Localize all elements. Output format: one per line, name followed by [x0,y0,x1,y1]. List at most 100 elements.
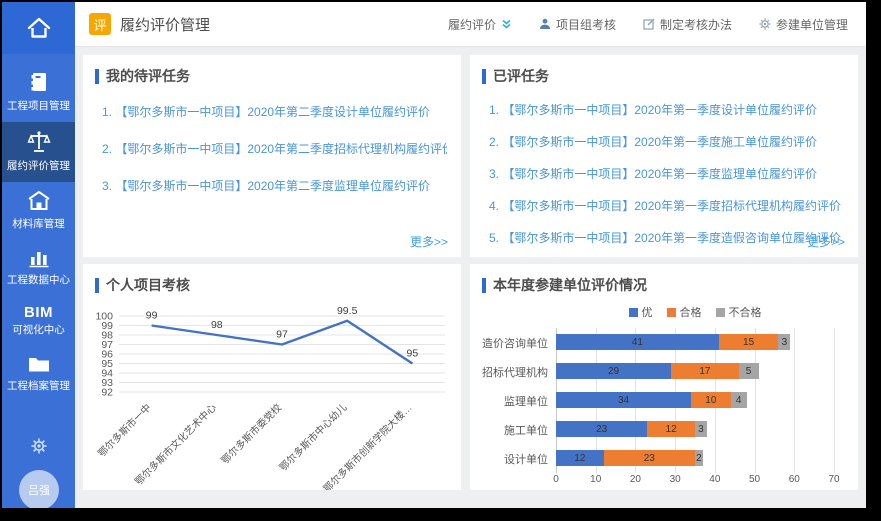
data-label: 99 [146,310,158,322]
x-tick-label: 20 [623,474,647,485]
bar-category-label: 招标代理机构 [482,364,548,380]
header: 评 履约评价管理 履约评价 项目组考核 [75,2,866,47]
more-link[interactable]: 更多>> [410,233,448,250]
data-label: 97 [276,329,288,341]
app-root: 工程项目管理 履约评价管理 材料库管理 [2,2,866,508]
home-button[interactable] [2,2,75,54]
evaluated-tasks-panel: 已评任务 1. 【鄂尔多斯市一中项目】2020年第一季度设计单位履约评价 2. 【… [470,55,858,257]
main-content: 我的待评任务 1. 【鄂尔多斯市一中项目】2020年第二季度设计单位履约评价 2.… [75,47,866,508]
folder-icon [27,354,51,374]
title-accent-bar [95,69,99,84]
nav-item-project-group-assessment[interactable]: 项目组考核 [539,16,616,33]
x-tick-label: 40 [703,474,727,485]
bar-category-label: 造价咨询单位 [482,335,548,351]
pending-task-list: 1. 【鄂尔多斯市一中项目】2020年第二季度设计单位履约评价 2. 【鄂尔多斯市… [83,103,461,194]
task-link[interactable]: 3. 【鄂尔多斯市一中项目】2020年第二季度监理单位履约评价 [102,177,447,194]
bar-category-label: 施工单位 [504,422,548,438]
bar-category-label: 监理单位 [504,393,548,409]
bar-segment: 29 [556,363,671,379]
task-link[interactable]: 5. 【鄂尔多斯市一中项目】2020年第一季度造假咨询单位履约评价 [489,229,844,246]
person-icon [539,18,551,30]
task-link[interactable]: 2. 【鄂尔多斯市一中项目】2020年第二季度招标代理机构履约评价 [102,140,447,157]
settings-button[interactable] [2,438,75,459]
avatar[interactable]: 吕强 [19,470,59,508]
bar-chart: 优合格不合格 造价咨询单位41153招标代理机构29175监理单位34104施工… [470,304,858,490]
task-link[interactable]: 3. 【鄂尔多斯市一中项目】2020年第一季度监理单位履约评价 [489,165,844,182]
nav-item-label: 履约评价 [448,16,496,33]
bar-segment: 2 [695,450,703,466]
x-tick-label: 50 [743,474,767,485]
bar-row: 招标代理机构29175 [556,363,759,379]
bar-chart-icon [28,248,50,268]
bar-segment: 23 [556,421,647,437]
data-label: 98 [211,319,223,331]
more-link[interactable]: 更多>> [807,233,845,250]
sidebar-item-label: 可视化中心 [4,322,73,337]
scales-icon [27,130,51,154]
task-link[interactable]: 1. 【鄂尔多斯市一中项目】2020年第二季度设计单位履约评价 [102,103,447,120]
y-tick-label: 92 [101,387,113,399]
x-tick-label: 鄂尔多斯市中心幼儿 [276,401,349,474]
legend-swatch [667,308,676,317]
x-tick-label: 鄂尔多斯市一中 [95,401,154,460]
bar-segment: 23 [604,450,695,466]
nav-item-define-assessment-method[interactable]: 制定考核办法 [643,16,732,33]
sidebar-item-label: 履约评价管理 [4,158,73,173]
sidebar-item-label: 工程项目管理 [4,98,73,113]
bar-segment: 3 [695,421,707,437]
gridline [794,328,795,473]
nav-item-participating-units[interactable]: 参建单位管理 [759,16,848,33]
bar-segment: 15 [719,334,779,350]
title-accent-bar [482,69,486,84]
legend-label: 合格 [680,304,702,320]
legend-label: 不合格 [729,304,762,320]
bar-category-label: 设计单位 [504,451,548,467]
personal-assessment-panel: 个人项目考核 100999897969594939299989799.595鄂尔… [83,264,461,490]
data-label: 99.5 [337,305,358,317]
data-label: 95 [407,348,419,360]
gridline [834,328,835,473]
notebook-icon [28,70,50,94]
legend-swatch [716,308,725,317]
pending-tasks-panel: 我的待评任务 1. 【鄂尔多斯市一中项目】2020年第二季度设计单位履约评价 2.… [83,55,461,257]
x-tick-label: 30 [663,474,687,485]
sidebar-item-archives[interactable]: 工程档案管理 [2,346,75,402]
bar-row: 监理单位34104 [556,392,747,408]
bar-segment: 12 [647,421,695,437]
legend-item: 合格 [667,304,702,320]
panel-title: 我的待评任务 [106,66,190,86]
x-tick-label: 鄂尔多斯市委党校 [218,401,284,467]
nav-item-performance-evaluation[interactable]: 履约评价 [448,16,512,33]
bim-text-icon: BIM [4,304,73,322]
task-link[interactable]: 2. 【鄂尔多斯市一中项目】2020年第一季度施工单位履约评价 [489,133,844,150]
sidebar-item-materials[interactable]: 材料库管理 [2,182,75,240]
nav-item-label: 参建单位管理 [776,16,848,33]
panel-title: 个人项目考核 [106,275,190,295]
top-nav: 履约评价 项目组考核 制定考核办法 [448,16,848,33]
gear-icon [759,18,771,30]
sidebar-item-label: 工程数据中心 [4,272,73,287]
sidebar-item-evaluation[interactable]: 履约评价管理 [2,122,75,182]
page-title: 履约评价管理 [120,14,210,35]
sidebar-item-bim[interactable]: BIM 可视化中心 [2,296,75,346]
legend-swatch [629,308,638,317]
bar-segment: 17 [671,363,739,379]
bar-segment: 4 [731,392,747,408]
unit-evaluation-panel: 本年度参建单位评价情况 优合格不合格 造价咨询单位41153招标代理机构2917… [470,264,858,490]
task-link[interactable]: 4. 【鄂尔多斯市一中项目】2020年第一季度招标代理机构履约评价 [489,197,844,214]
sidebar-item-projects[interactable]: 工程项目管理 [2,62,75,122]
task-link[interactable]: 1. 【鄂尔多斯市一中项目】2020年第一季度设计单位履约评价 [489,101,844,118]
x-axis-ticks: 010203040506070 [556,473,834,486]
sidebar-item-label: 材料库管理 [4,216,73,231]
x-axis-label: （家） [556,486,834,490]
home-icon [26,16,52,40]
line-series [152,321,413,364]
x-tick-label: 0 [544,474,568,485]
evaluated-task-list: 1. 【鄂尔多斯市一中项目】2020年第一季度设计单位履约评价 2. 【鄂尔多斯市… [470,101,858,246]
sidebar-item-data-center[interactable]: 工程数据中心 [2,240,75,296]
legend-item: 不合格 [716,304,762,320]
x-tick-label: 70 [822,474,846,485]
sidebar-item-label: 工程档案管理 [4,378,73,393]
panel-title: 已评任务 [493,66,549,86]
bar-segment: 5 [739,363,759,379]
